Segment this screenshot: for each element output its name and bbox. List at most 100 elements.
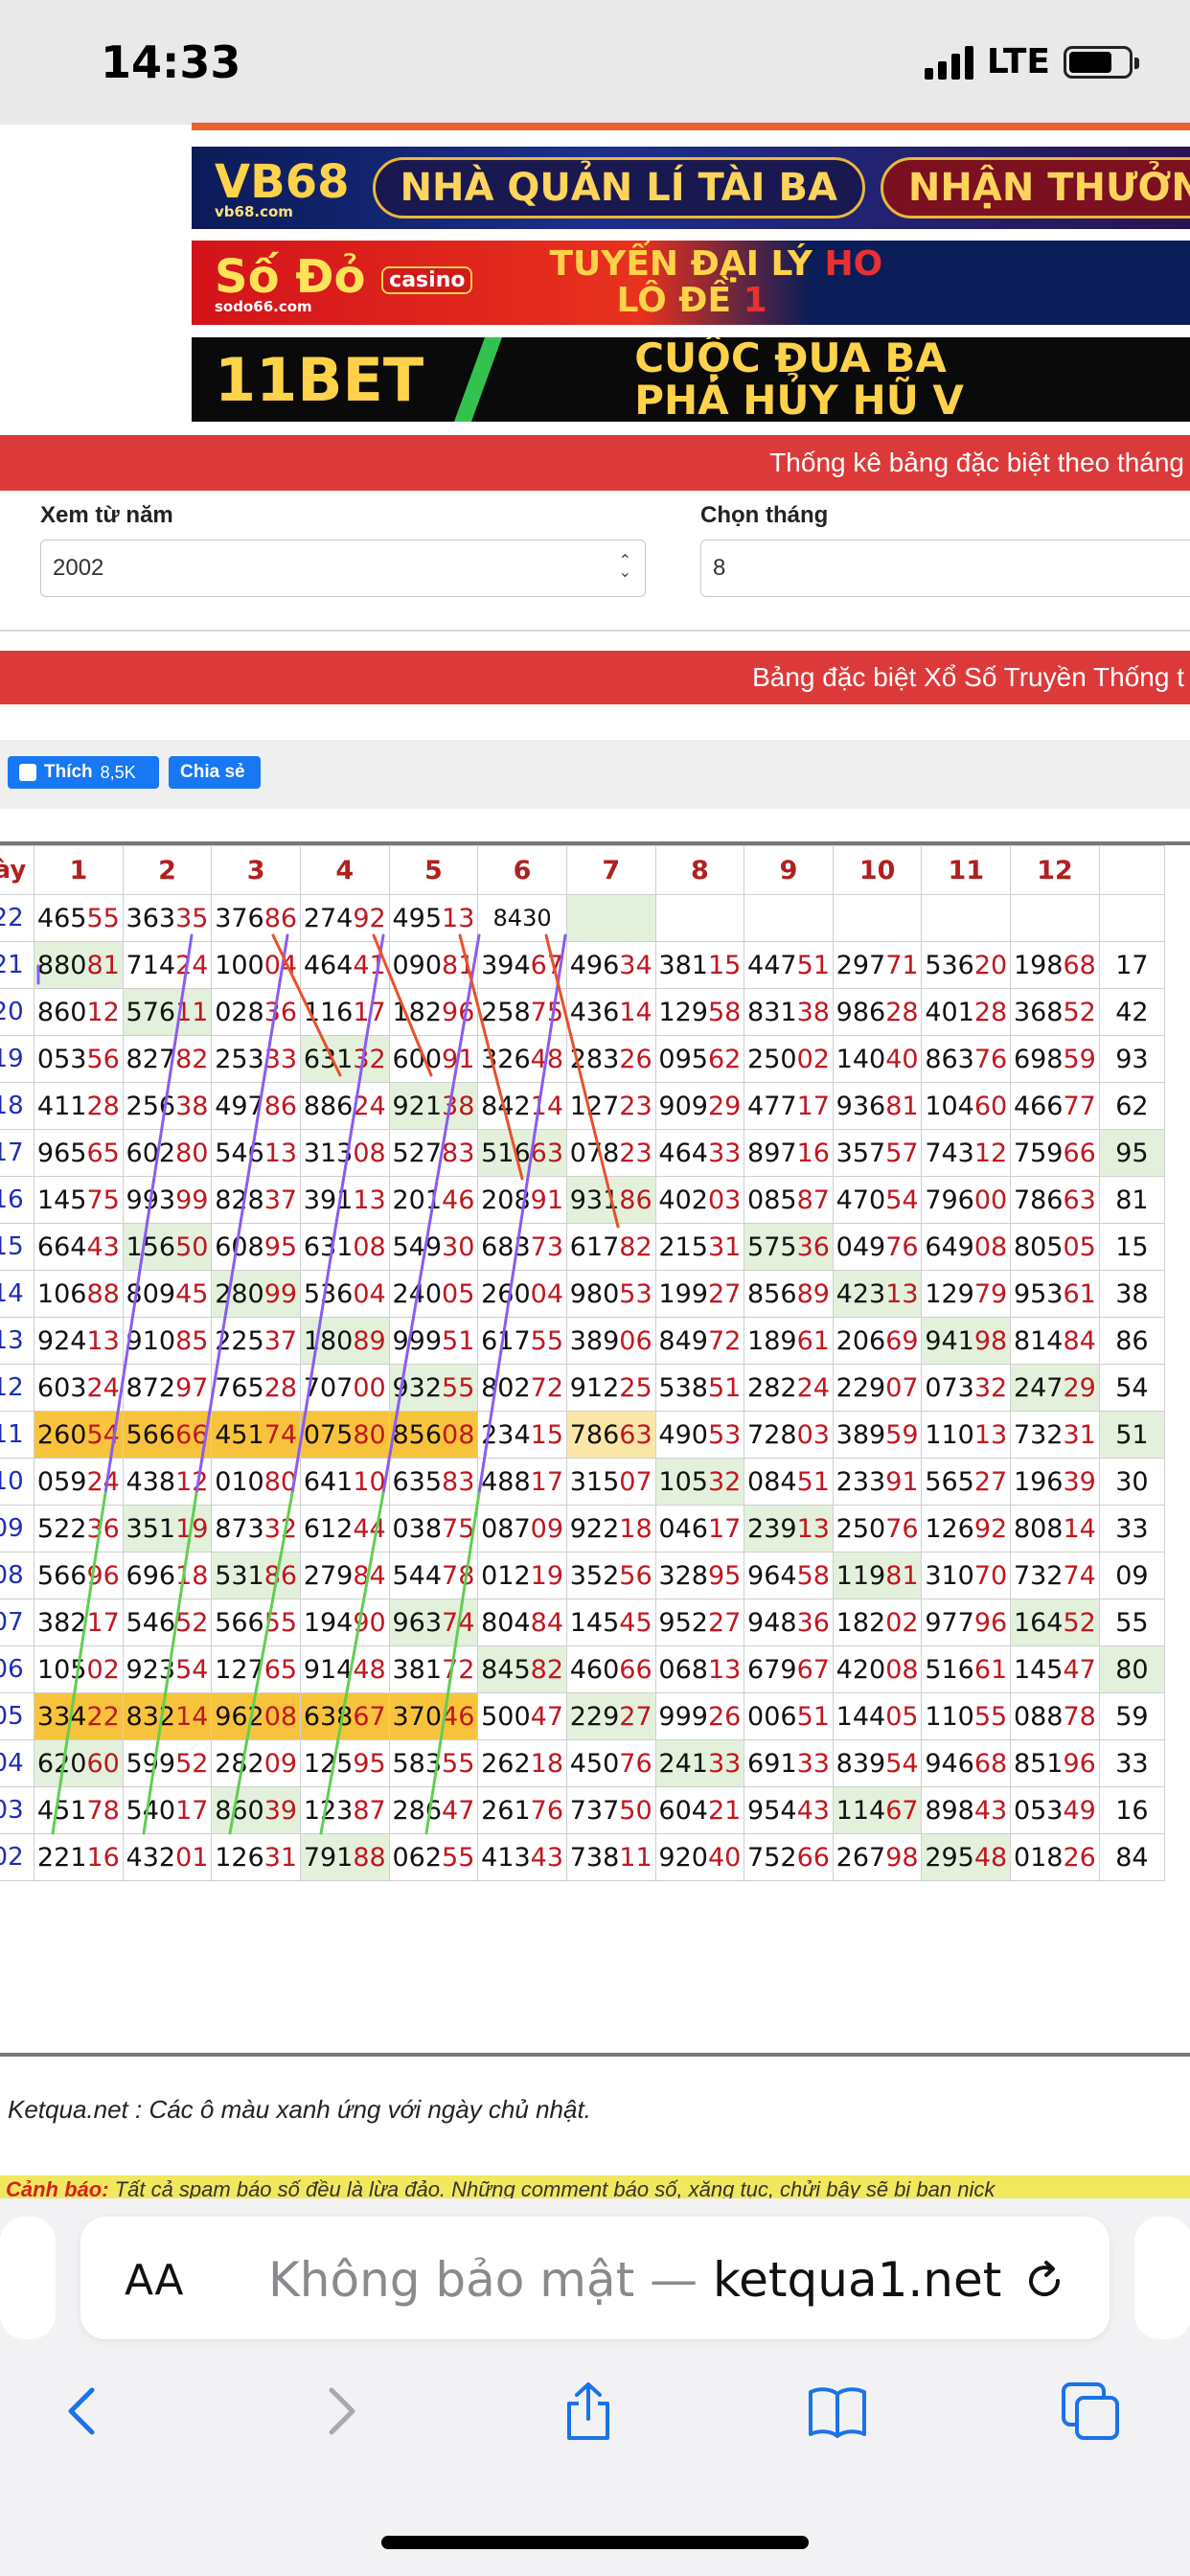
result-cell: 00651 <box>744 1692 834 1740</box>
result-cell: 46066 <box>565 1645 656 1693</box>
result-cell: 26004 <box>477 1270 567 1318</box>
result-cell: 81484 <box>1010 1317 1100 1365</box>
table-row: 02246555363353768627492495138430 <box>0 894 1166 942</box>
result-cell: 51 <box>1098 1411 1166 1459</box>
result-cell: 16452 <box>1010 1598 1100 1646</box>
year-cell: 014 <box>0 1270 35 1318</box>
result-cell: 18089 <box>299 1317 390 1365</box>
result-cell: 64908 <box>921 1223 1012 1271</box>
divider <box>0 630 1190 632</box>
result-cell: 66443 <box>34 1223 124 1271</box>
year-cell: 010 <box>0 1458 35 1506</box>
result-cell: 46433 <box>654 1129 745 1177</box>
year-cell: 021 <box>0 941 35 989</box>
banner-11bet[interactable]: 11BET CUỘC ĐUA BA PHÁ HỦY HŨ V <box>192 337 1190 422</box>
table-row: 0053342283214962086386737046500472292799… <box>0 1692 1166 1740</box>
result-cell: 10004 <box>211 941 301 989</box>
result-cell: 22116 <box>34 1833 124 1881</box>
result-cell: 24005 <box>388 1270 479 1318</box>
year-cell: 007 <box>0 1598 35 1646</box>
back-icon[interactable] <box>54 2380 115 2442</box>
table-row: 0095223635119873326124403875087099221804… <box>0 1505 1166 1552</box>
result-cell: 12595 <box>299 1739 390 1787</box>
result-cell: 53620 <box>921 941 1012 989</box>
result-cell: 61755 <box>477 1317 567 1365</box>
result-cell: 51661 <box>921 1645 1012 1693</box>
result-cell: 11617 <box>299 988 390 1036</box>
result-cell: 41343 <box>477 1833 567 1881</box>
home-indicator[interactable] <box>381 2536 809 2549</box>
result-cell: 58355 <box>388 1739 479 1787</box>
result-cell: 16 <box>1098 1786 1166 1834</box>
result-cell: 60091 <box>388 1035 479 1083</box>
header-day-3: 3 <box>211 845 301 895</box>
result-cell: 01219 <box>477 1552 567 1599</box>
header-corner: gày <box>0 845 35 895</box>
previous-tab-peek[interactable] <box>0 2217 56 2339</box>
result-cell: 84214 <box>477 1082 567 1130</box>
banner-sodo[interactable]: Số Đỏ casino sodo66.com TUYỂN ĐẠI LÝ HO … <box>192 241 1190 325</box>
year-cell: 012 <box>0 1364 35 1412</box>
result-cell: 36852 <box>1010 988 1100 1036</box>
result-cell: 22907 <box>832 1364 923 1412</box>
result-cell: 08451 <box>744 1458 834 1506</box>
like-button[interactable]: Thích 8,5K <box>8 756 159 789</box>
result-cell: 88624 <box>299 1082 390 1130</box>
result-cell: 01826 <box>1010 1833 1100 1881</box>
result-cell: 72803 <box>744 1411 834 1459</box>
result-cell: 28099 <box>211 1270 301 1318</box>
result-cell: 52783 <box>388 1129 479 1177</box>
result-cell: 91225 <box>565 1364 656 1412</box>
banner-sodo-text: TUYỂN ĐẠI LÝ HO LÔ ĐỀ 1 <box>549 244 883 320</box>
result-cell: 96374 <box>388 1598 479 1646</box>
reader-options-button[interactable]: AA <box>125 2256 183 2305</box>
table-note: Ketqua.net : Các ô màu xanh ứng với ngày… <box>8 2095 591 2124</box>
banner-vb68-logo: VB68 vb68.com <box>215 155 350 220</box>
result-cell: 38217 <box>34 1598 124 1646</box>
banner-vb68-pill-2: NHẬN THƯỞN <box>880 157 1190 218</box>
result-cell: 57536 <box>744 1223 834 1271</box>
result-cell: 25638 <box>122 1082 213 1130</box>
result-cell: 87297 <box>122 1364 213 1412</box>
table-body: 0224655536335376862749249513843002188081… <box>0 894 1166 1881</box>
result-cell: 69133 <box>744 1739 834 1787</box>
results-table-container[interactable]: gày 123456789101112 02246555363353768627… <box>0 841 1190 2057</box>
result-cell: 33422 <box>34 1692 124 1740</box>
result-cell: 63583 <box>388 1458 479 1506</box>
result-cell: 19490 <box>299 1598 390 1646</box>
month-select[interactable]: 8 <box>700 540 1190 597</box>
banner-vb68[interactable]: VB68 vb68.com NHÀ QUẢN LÍ TÀI BA NHẬN TH… <box>192 147 1190 229</box>
result-cell: 35256 <box>565 1552 656 1599</box>
result-cell: 28209 <box>211 1739 301 1787</box>
result-cell: 40203 <box>654 1176 745 1224</box>
table-row: 0161457599399828373911320146208919318640… <box>0 1176 1166 1224</box>
result-cell: 23415 <box>477 1411 567 1459</box>
result-cell: 35757 <box>832 1129 923 1177</box>
result-cell: 05356 <box>34 1035 124 1083</box>
result-cell: 46441 <box>299 941 390 989</box>
year-cell: 009 <box>0 1505 35 1552</box>
result-cell: 99926 <box>654 1692 745 1740</box>
share-facebook-button[interactable]: Chia sẻ <box>169 756 261 789</box>
next-tab-peek[interactable] <box>1134 2217 1190 2339</box>
result-cell: 55 <box>1098 1598 1166 1646</box>
table-row: 0141068880945280995360424005260049805319… <box>0 1270 1166 1318</box>
result-cell: 25076 <box>832 1505 923 1552</box>
thumbs-up-icon <box>19 764 36 781</box>
result-cell: 19927 <box>654 1270 745 1318</box>
reload-icon[interactable] <box>1021 2258 1067 2304</box>
tabs-icon[interactable] <box>1060 2380 1121 2442</box>
result-cell: 49634 <box>565 941 656 989</box>
year-select[interactable]: 2002 ⌃ ⌄ <box>40 540 646 597</box>
bookmarks-icon[interactable] <box>807 2380 868 2442</box>
forward-icon[interactable] <box>309 2380 370 2442</box>
result-cell: 92138 <box>388 1082 479 1130</box>
result-cell: 54478 <box>388 1552 479 1599</box>
result-cell: 78663 <box>565 1411 656 1459</box>
result-cell: 89716 <box>744 1129 834 1177</box>
share-icon[interactable] <box>558 2380 619 2442</box>
header-day-1: 1 <box>34 845 124 895</box>
url-text[interactable]: Không bảo mật — ketqua1.net <box>268 2252 1001 2308</box>
result-cell: 93255 <box>388 1364 479 1412</box>
result-cell: 46555 <box>34 894 124 942</box>
